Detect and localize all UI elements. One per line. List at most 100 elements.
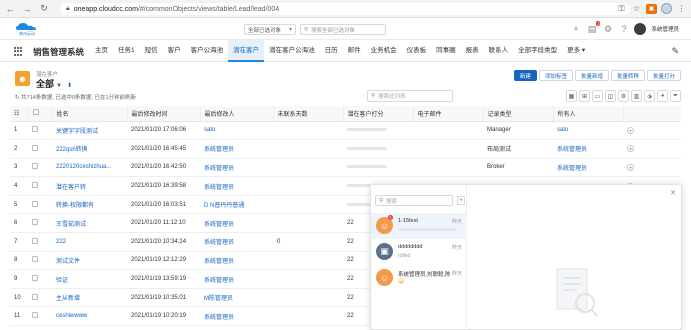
modifier-link[interactable]: 系统管理员 (200, 306, 273, 327)
owner-link[interactable]: 系统管理员 (553, 158, 623, 178)
checkbox[interactable] (32, 219, 38, 226)
new-chat-button[interactable]: + (457, 196, 465, 205)
gear-icon[interactable]: ⚙ (602, 24, 613, 35)
lead-name-link[interactable]: 关键字字段测试 (52, 121, 127, 141)
help-icon[interactable]: ? (618, 24, 629, 34)
owner-link[interactable]: 系统管理员 (553, 139, 623, 159)
column-header-1[interactable] (28, 106, 53, 122)
back-icon[interactable]: ← (3, 2, 17, 16)
column-header-10[interactable] (623, 106, 681, 122)
nav-tab-11[interactable]: 同事圈 (431, 40, 461, 62)
table-row[interactable]: 1 关键字字段测试 2021/01/20 17:06:06 sato Manager sa… (10, 121, 681, 141)
filter-icon[interactable]: ⏷ (670, 90, 681, 102)
profile-avatar[interactable] (661, 3, 672, 14)
modifier-link[interactable]: 系统管理员 (200, 176, 273, 196)
column-header-7[interactable]: 电子邮件 (413, 106, 484, 122)
tag-icon[interactable]: ⬗ (644, 90, 655, 102)
chat-conversation[interactable]: ☺ 系统管理员,刘聪聪,陈 昨天 😀 (371, 265, 467, 291)
row-checkbox[interactable] (28, 232, 52, 252)
row-checkbox[interactable] (28, 213, 52, 234)
checkbox[interactable] (32, 163, 38, 170)
row-menu[interactable]: ▾ (623, 139, 681, 159)
app-launcher-icon[interactable] (14, 47, 23, 56)
modifier-link[interactable]: 系统管理员 (200, 213, 273, 234)
column-header-5[interactable]: 未联系天数 (273, 106, 344, 122)
table-row[interactable]: 3 2220120ceshizhua... 2021/01/20 16:42:50 系… (10, 158, 681, 178)
row-checkbox[interactable] (28, 195, 52, 215)
checkbox[interactable] (32, 312, 38, 319)
modifier-link[interactable]: M陈管理员 (200, 288, 273, 308)
nav-tab-6[interactable]: 潜在客户公海池 (264, 40, 320, 62)
lead-name-link[interactable]: ceshiwwww (52, 306, 127, 327)
row-menu[interactable]: ▾ (623, 158, 681, 178)
modifier-link[interactable]: 系统管理员 (200, 251, 273, 271)
lead-name-link[interactable]: 2220120ceshizhua... (52, 158, 127, 178)
column-header-0[interactable]: ☷ (10, 106, 29, 122)
grid-view-icon[interactable]: ⊞ (579, 90, 590, 102)
nav-tab-2[interactable]: 短信 (140, 40, 163, 62)
nav-tab-8[interactable]: 邮件 (343, 40, 366, 62)
lead-name-link[interactable]: 王雪茹测试 (52, 213, 127, 234)
checkbox[interactable] (32, 275, 38, 282)
row-checkbox[interactable] (28, 176, 52, 196)
chat-search-input[interactable]: ⚲ 搜索 (375, 195, 453, 206)
row-checkbox[interactable] (28, 269, 52, 289)
nav-tab-9[interactable]: 业务机会 (366, 40, 402, 62)
nav-tab-13[interactable]: 联系人 (484, 40, 514, 62)
row-action-icon[interactable]: ▾ (627, 145, 634, 153)
modifier-link[interactable]: 系统管理员 (200, 139, 273, 159)
new-button[interactable]: 新建 (513, 70, 537, 81)
row-action-icon[interactable]: ▾ (627, 163, 634, 171)
checkbox[interactable] (32, 256, 38, 263)
nav-tab-1[interactable]: 任务1 (113, 40, 140, 62)
user-name[interactable]: 系统管理员 (651, 25, 679, 33)
modifier-link[interactable]: 系统管理员 (200, 269, 273, 289)
company-logo[interactable]: 神州云动 (14, 22, 40, 36)
refresh-icon[interactable]: ↻ (15, 95, 20, 101)
extension-icon[interactable]: ▣ (646, 3, 657, 14)
card-view-icon[interactable]: ▭ (592, 90, 603, 102)
global-object-filter[interactable]: 全部已选对象 ▾ (244, 24, 296, 35)
table-view-icon[interactable]: ▦ (566, 90, 577, 102)
row-checkbox[interactable] (28, 288, 52, 308)
list-action-button-2[interactable]: 批量新增 (574, 70, 609, 81)
chat-conversation[interactable]: ☺ 1 1-15test 昨天 (371, 213, 467, 239)
list-action-button-3[interactable]: 批量转移 (610, 70, 645, 81)
lead-name-link[interactable]: 验证 (52, 269, 127, 289)
column-header-8[interactable]: 记录类型 (483, 106, 554, 122)
list-action-button-1[interactable]: 添加标签 (538, 70, 573, 81)
table-row[interactable]: 2 222qsh转换 2021/01/20 16:45:45 系统管理员 布局测试 系统管… (10, 139, 681, 159)
pie-chart-icon[interactable]: ◕ (657, 90, 668, 102)
column-header-4[interactable]: 最后修改人 (200, 106, 274, 122)
more-icon[interactable]: ⋮ (676, 3, 687, 14)
modifier-link[interactable]: 系统管理员 (200, 232, 273, 252)
address-bar[interactable]: 🔒︎ oneapp.cloudcc.com/#/commonObjects/vi… (60, 3, 630, 15)
view-selector[interactable]: 全部 ▼ ⬍ (36, 77, 72, 90)
settings-icon[interactable]: ⚙ (618, 90, 629, 102)
nav-tab-5[interactable]: 潜在客户 (228, 40, 265, 62)
owner-link[interactable]: sato (553, 121, 623, 141)
nav-tab-0[interactable]: 主页 (90, 40, 113, 62)
row-checkbox[interactable] (28, 306, 52, 327)
row-checkbox[interactable] (28, 139, 52, 159)
nav-tab-3[interactable]: 客户 (163, 40, 186, 62)
checkbox[interactable] (32, 144, 38, 151)
edit-pencil-icon[interactable]: ✎ (671, 46, 679, 57)
reload-icon[interactable]: ↻ (37, 2, 51, 16)
close-icon[interactable]: ✕ (670, 189, 676, 197)
checkbox[interactable] (32, 237, 38, 244)
lead-name-link[interactable]: 测试文件 (52, 251, 127, 271)
add-icon[interactable]: + (570, 24, 581, 34)
key-icon[interactable]: ⚿ (616, 3, 627, 14)
nav-tab-14[interactable]: 全部字段类型 (513, 40, 562, 62)
row-checkbox[interactable] (28, 121, 52, 141)
forward-icon[interactable]: → (20, 2, 34, 16)
chart-icon[interactable]: ▥ (631, 90, 642, 102)
column-header-6[interactable]: 潜在客户打分 (343, 106, 414, 122)
lead-name-link[interactable]: 主从新增 (52, 288, 127, 308)
column-header-9[interactable]: 所有人 (553, 106, 624, 122)
checkbox[interactable] (32, 293, 38, 300)
row-menu[interactable]: ▾ (623, 121, 681, 141)
chat-conversation[interactable]: ▣ dddddddd 昨天 rolled (371, 239, 467, 265)
lead-name-link[interactable]: 222 (52, 232, 127, 252)
